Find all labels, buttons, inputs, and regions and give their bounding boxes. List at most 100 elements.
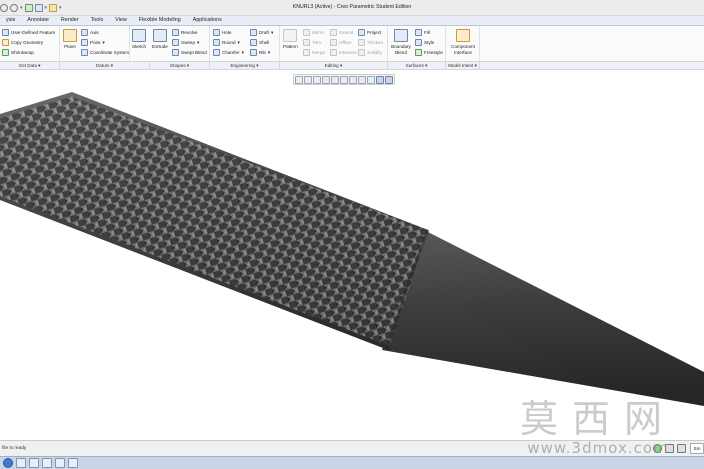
shrinkwrap-button[interactable]: Shrinkwrap xyxy=(2,49,34,56)
swept-blend-button[interactable]: Swept Blend xyxy=(172,49,207,56)
extend-button[interactable]: Extend xyxy=(330,29,353,36)
axis-button[interactable]: Axis xyxy=(81,29,99,36)
solidify-button[interactable]: Solidify xyxy=(358,49,382,56)
tab-annotate[interactable]: Annotate xyxy=(21,16,55,25)
trim-icon xyxy=(303,39,310,46)
pattern-icon xyxy=(283,29,298,42)
repaint-icon[interactable] xyxy=(322,76,330,84)
tab-analysis[interactable]: ysis xyxy=(0,16,21,25)
group-surfaces: Boundary Blend Fill Style Freestyle xyxy=(388,26,446,62)
tab-applications[interactable]: Applications xyxy=(187,16,228,25)
freestyle-icon xyxy=(415,49,422,56)
style-button[interactable]: Style xyxy=(415,39,434,46)
udf-icon xyxy=(2,29,9,36)
extrude-icon xyxy=(152,29,167,42)
view-manager-icon[interactable] xyxy=(349,76,357,84)
creo-icon[interactable] xyxy=(68,458,78,468)
boundary-blend-icon xyxy=(394,29,408,42)
group-model-intent: Component Interface xyxy=(446,26,480,62)
shell-button[interactable]: Shell xyxy=(250,39,269,46)
group-label-get-data[interactable]: Get Data ▾ xyxy=(0,62,60,70)
user-defined-feature-button[interactable]: User-Defined Feature xyxy=(2,29,55,36)
group-shapes: Sketch Extrude Revolve Sweep ▾ Swept Ble… xyxy=(130,26,210,62)
plane-icon xyxy=(63,29,77,42)
draft-icon xyxy=(250,29,257,36)
taper-surface xyxy=(382,228,704,406)
offset-button[interactable]: Offset xyxy=(330,39,351,46)
csys-display-icon[interactable] xyxy=(385,76,393,84)
tab-tools[interactable]: Tools xyxy=(85,16,110,25)
mirror-button[interactable]: Mirror xyxy=(303,29,324,36)
watermark-chinese: 莫西网 xyxy=(519,397,676,441)
round-button[interactable]: Round ▾ xyxy=(213,39,240,46)
zoom-in-icon[interactable] xyxy=(304,76,312,84)
mirror-icon xyxy=(303,29,310,36)
group-editing: Pattern Mirror Trim Merge Extend Offset … xyxy=(280,26,388,62)
sketch-icon xyxy=(132,29,147,42)
component-interface-button[interactable]: Component Interface xyxy=(449,29,477,55)
watermark: 莫西网 www.3dmox.com xyxy=(498,398,698,468)
copy-geometry-button[interactable]: Copy Geometry xyxy=(2,39,43,46)
sketch-button[interactable]: Sketch xyxy=(132,29,146,50)
start-icon[interactable] xyxy=(3,458,13,468)
extrude-button[interactable]: Extrude xyxy=(152,29,168,50)
zoom-out-icon[interactable] xyxy=(313,76,321,84)
chevron-down-icon: ▾ xyxy=(270,29,274,35)
spin-center-icon[interactable] xyxy=(376,76,384,84)
annotation-display-icon[interactable] xyxy=(367,76,375,84)
status-message: file is ready xyxy=(2,446,27,451)
round-icon xyxy=(213,39,220,46)
group-label-engineering[interactable]: Engineering ▾ xyxy=(210,62,280,70)
offset-icon xyxy=(330,39,337,46)
coordinate-system-button[interactable]: Coordinate System xyxy=(81,49,129,56)
explorer-icon[interactable] xyxy=(16,458,26,468)
thicken-button[interactable]: Thicken xyxy=(358,39,383,46)
group-datum: Plane Axis Point ▾ Coordinate System xyxy=(60,26,130,62)
thicken-icon xyxy=(358,39,365,46)
chevron-down-icon: ▾ xyxy=(237,39,240,45)
group-get-data: User-Defined Feature Copy Geometry Shrin… xyxy=(0,26,60,62)
intersect-button[interactable]: Intersect xyxy=(330,49,357,56)
tab-render[interactable]: Render xyxy=(55,16,85,25)
browser-icon[interactable] xyxy=(29,458,39,468)
folder-icon[interactable] xyxy=(55,458,65,468)
point-button[interactable]: Point ▾ xyxy=(81,39,105,46)
group-label-shapes[interactable]: Shapes ▾ xyxy=(150,62,210,70)
hole-icon xyxy=(213,29,220,36)
fill-button[interactable]: Fill xyxy=(415,29,430,36)
group-label-datum[interactable]: Datum ▾ xyxy=(60,62,150,70)
rib-button[interactable]: Rib ▾ xyxy=(250,49,270,56)
tab-flexible-modeling[interactable]: Flexible Modeling xyxy=(133,16,187,25)
draft-button[interactable]: Draft ▾ xyxy=(250,29,273,36)
merge-button[interactable]: Merge xyxy=(303,49,325,56)
refit-icon[interactable] xyxy=(295,76,303,84)
tab-view[interactable]: View xyxy=(109,16,133,25)
copy-geometry-icon xyxy=(2,39,9,46)
pattern-button[interactable]: Pattern xyxy=(283,29,298,50)
chevron-down-icon: ▾ xyxy=(241,49,244,55)
trim-button[interactable]: Trim xyxy=(303,39,321,46)
chevron-down-icon: ▾ xyxy=(267,49,271,55)
chamfer-button[interactable]: Chamfer ▾ xyxy=(213,49,244,56)
plane-button[interactable]: Plane xyxy=(63,29,77,50)
revolve-button[interactable]: Revolve xyxy=(172,29,198,36)
group-label-surfaces[interactable]: Surfaces ▾ xyxy=(388,62,446,70)
saved-orientations-icon[interactable] xyxy=(340,76,348,84)
group-label-editing[interactable]: Editing ▾ xyxy=(280,62,388,70)
coordinate-system-icon xyxy=(81,49,88,56)
group-label-model-intent[interactable]: Model Intent ▾ xyxy=(446,62,480,70)
freestyle-button[interactable]: Freestyle xyxy=(415,49,443,56)
display-style-icon[interactable] xyxy=(331,76,339,84)
extend-icon xyxy=(330,29,337,36)
knurled-shaft-model xyxy=(0,92,704,406)
window-title: KNURL3 (Active) - Creo Parametric Studen… xyxy=(292,4,412,10)
boundary-blend-button[interactable]: Boundary Blend xyxy=(390,29,412,55)
chevron-down-icon: ▾ xyxy=(197,39,200,45)
graphics-viewport[interactable] xyxy=(0,88,704,440)
sweep-button[interactable]: Sweep ▾ xyxy=(172,39,199,46)
project-button[interactable]: Project xyxy=(358,29,381,36)
rib-icon xyxy=(250,49,257,56)
media-icon[interactable] xyxy=(42,458,52,468)
hole-button[interactable]: Hole xyxy=(213,29,231,36)
datum-display-icon[interactable] xyxy=(358,76,366,84)
